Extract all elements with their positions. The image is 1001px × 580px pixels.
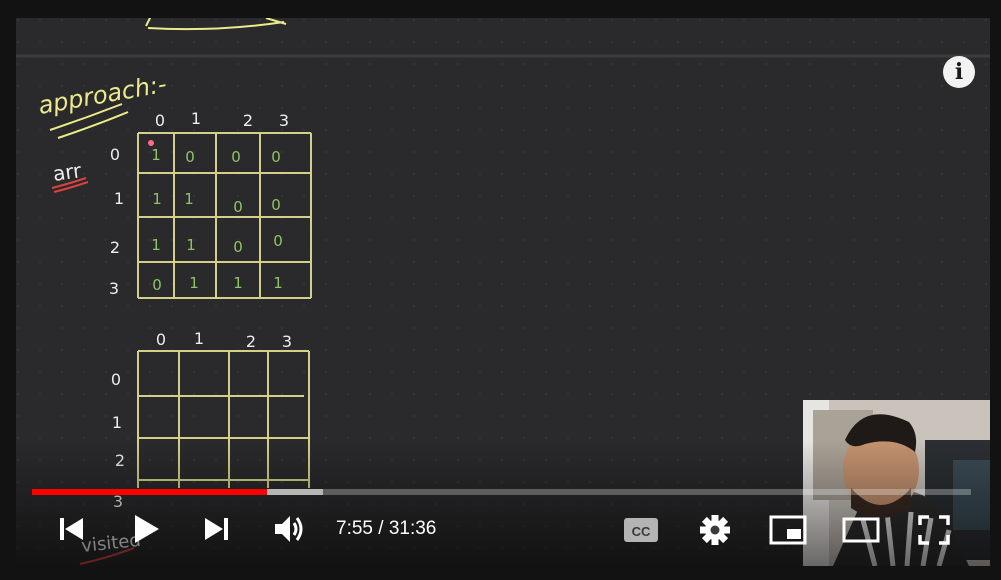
- progress-played: [32, 489, 267, 495]
- info-button[interactable]: i: [943, 56, 975, 88]
- info-icon: i: [954, 59, 964, 85]
- grid-top-cell: 1: [233, 274, 243, 292]
- grid-top-cell: 0: [271, 148, 281, 166]
- grid-bottom-col-header: 1: [194, 329, 204, 348]
- grid-top-cell: 1: [273, 274, 283, 292]
- grid-top-cell: 0: [152, 276, 162, 294]
- grid-top-cell: 0: [271, 196, 281, 214]
- previous-button[interactable]: [56, 514, 86, 544]
- time-separator: /: [372, 518, 389, 539]
- video-player[interactable]: approach:- arr 0 1 2 3 0 1 2 3 1 0 0 0 1…: [0, 0, 1001, 580]
- grid-top-cell: 0: [231, 148, 241, 166]
- grid-top-cell: 1: [189, 274, 199, 292]
- volume-button[interactable]: [272, 513, 306, 545]
- current-time: 7:55: [336, 518, 373, 539]
- array-label: arr: [51, 158, 83, 186]
- grid-bottom-col-header: 0: [156, 330, 166, 349]
- grid-top-cell: 1: [184, 190, 194, 208]
- grid-top-col-header: 3: [279, 111, 289, 130]
- fullscreen-button[interactable]: [917, 514, 951, 546]
- settings-button[interactable]: [698, 513, 732, 547]
- grid-top-col-header: 1: [191, 109, 201, 128]
- fullscreen-icon: [918, 515, 950, 545]
- grid-top-cell: 1: [186, 236, 196, 254]
- time-display: 7:55 / 31:36: [336, 518, 436, 540]
- grid-top-cell: 1: [152, 190, 162, 208]
- volume-icon: [275, 516, 303, 542]
- progress-bar[interactable]: [32, 489, 971, 495]
- grid-top-cell: 0: [273, 232, 283, 250]
- next-button[interactable]: [202, 514, 232, 544]
- grid-bottom-row-header: 1: [112, 413, 122, 432]
- skip-previous-icon: [60, 518, 83, 540]
- grid-top-row-header: 2: [110, 238, 120, 257]
- grid-top-row-header: 0: [110, 145, 120, 164]
- grid-bottom-row-header: 0: [111, 370, 121, 389]
- grid-top-row-header: 3: [109, 279, 119, 298]
- theater-button[interactable]: [842, 516, 880, 544]
- grid-top-col-header: 2: [243, 111, 253, 130]
- play-button[interactable]: [130, 512, 164, 546]
- duration: 31:36: [388, 518, 437, 539]
- grid-top-cell: 0: [185, 148, 195, 166]
- grid-top-cell: 0: [233, 198, 243, 216]
- grid-bottom-col-header: 3: [282, 332, 292, 351]
- theater-icon: [842, 517, 880, 543]
- grid-top-col-header: 0: [155, 111, 165, 130]
- grid-bottom-row-header: 2: [115, 451, 125, 470]
- captions-button[interactable]: CC: [623, 516, 659, 544]
- cc-icon: CC: [624, 518, 658, 542]
- skip-next-icon: [205, 518, 228, 540]
- presenter-video: [803, 400, 990, 566]
- miniplayer-icon: [769, 515, 807, 545]
- gear-icon: [700, 515, 730, 545]
- pen-cursor-dot: [148, 140, 154, 146]
- play-icon: [135, 515, 159, 543]
- grid-top-cell: 1: [151, 146, 161, 164]
- grid-top-cell: 1: [151, 236, 161, 254]
- miniplayer-button[interactable]: [769, 514, 807, 546]
- grid-top-row-header: 1: [114, 189, 124, 208]
- webcam-overlay: [803, 400, 990, 566]
- grid-bottom-col-header: 2: [246, 332, 256, 351]
- cc-label: CC: [632, 524, 651, 539]
- grid-top-cell: 0: [233, 238, 243, 256]
